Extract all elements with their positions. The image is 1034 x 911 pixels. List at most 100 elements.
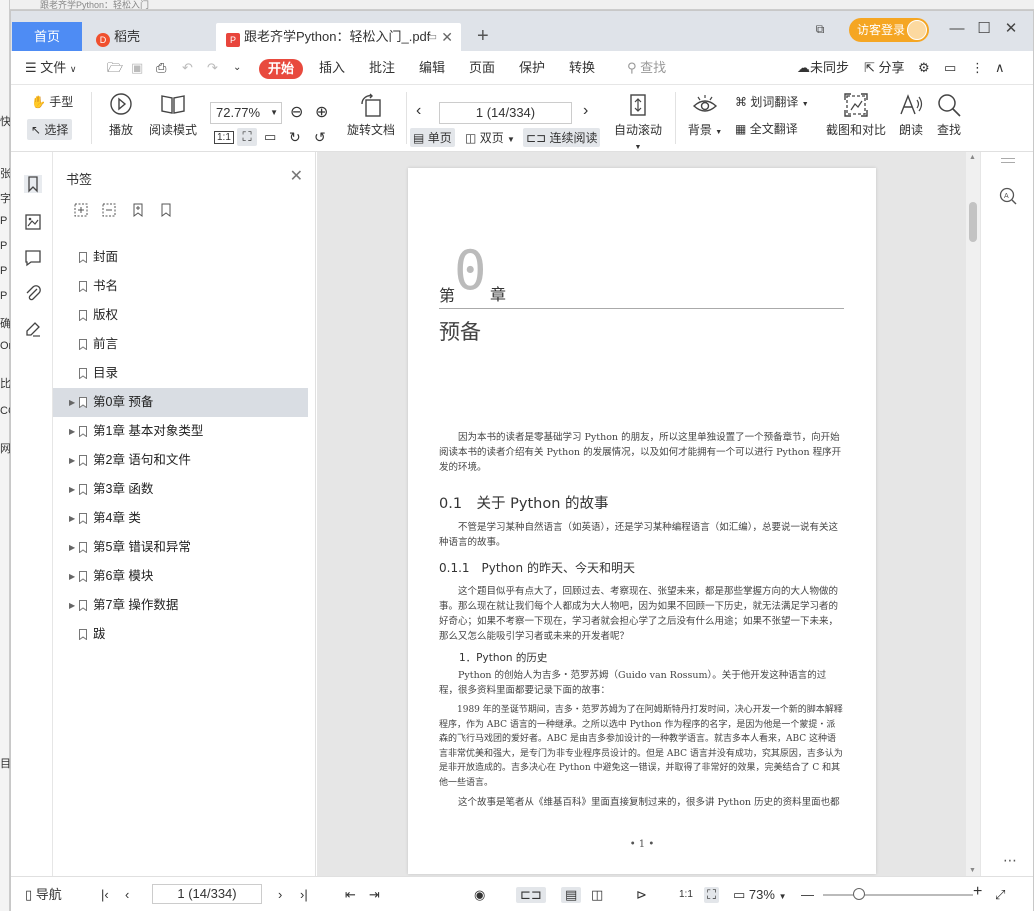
single-page-mode-icon[interactable]: ▤: [561, 887, 582, 903]
expand-arrow-icon[interactable]: ▶: [69, 533, 75, 562]
back-icon[interactable]: ⇤: [345, 887, 356, 903]
sync-status[interactable]: ☁未同步: [797, 60, 849, 76]
page-number-input[interactable]: 1 (14/334): [439, 102, 572, 124]
tab-start[interactable]: 开始: [259, 59, 303, 79]
bookmark-item[interactable]: 目录: [53, 359, 316, 388]
drag-handle-icon[interactable]: [1001, 158, 1015, 163]
rotate-document-button[interactable]: 旋转文档: [343, 92, 399, 138]
bookmark-item[interactable]: ▶ 第3章 函数: [53, 475, 316, 504]
auto-scroll-button[interactable]: 自动滚动 ▼: [609, 92, 667, 152]
bookmark-item[interactable]: ▶ 第1章 基本对象类型: [53, 417, 316, 446]
zoom-out-button[interactable]: —: [801, 887, 814, 903]
tab-comment[interactable]: 批注: [369, 60, 395, 76]
word-translate-button[interactable]: ⌘ 划词翻译 ▼: [735, 93, 809, 110]
signature-icon[interactable]: [23, 319, 43, 339]
bookmark-item[interactable]: ▶ 第2章 语句和文件: [53, 446, 316, 475]
more-horizontal-icon[interactable]: ⋯: [1003, 852, 1017, 869]
bookmark-panel-icon[interactable]: [23, 174, 43, 194]
bookmark-item[interactable]: ▶ 第4章 类: [53, 504, 316, 533]
bookmark-item[interactable]: ▶ 第7章 操作数据: [53, 591, 316, 620]
bookmark-item[interactable]: 前言: [53, 330, 316, 359]
tab-page[interactable]: 页面: [469, 60, 495, 76]
navigation-toggle[interactable]: ▯ 导航: [25, 887, 62, 903]
tab-home[interactable]: 首页: [12, 22, 82, 51]
eye-mode-icon[interactable]: ◉: [474, 887, 485, 903]
rotate-left-icon[interactable]: ↻: [289, 129, 301, 146]
comment-icon[interactable]: ▭: [944, 60, 956, 76]
status-page-input[interactable]: 1 (14/334): [152, 884, 262, 904]
bookmark-item[interactable]: 版权: [53, 301, 316, 330]
rotate-right-icon[interactable]: ↺: [314, 129, 326, 146]
expand-arrow-icon[interactable]: ▶: [69, 504, 75, 533]
expand-arrow-icon[interactable]: ▶: [69, 417, 75, 446]
prev-page-icon[interactable]: ‹: [416, 102, 421, 120]
search-box[interactable]: ⚲ 查找: [627, 60, 666, 76]
tab-convert[interactable]: 转换: [569, 60, 595, 76]
bookmark-item[interactable]: 跋: [53, 620, 316, 649]
close-window-icon[interactable]: ✕: [1000, 19, 1022, 39]
expand-arrow-icon[interactable]: ▶: [69, 591, 75, 620]
scroll-up-icon[interactable]: ▲: [969, 154, 976, 161]
read-aloud-button[interactable]: 朗读: [897, 92, 925, 138]
share-button[interactable]: ⇱ 分享: [864, 60, 905, 76]
expand-arrow-icon[interactable]: ▶: [69, 475, 75, 504]
continuous-read-button[interactable]: ⊏⊐ 连续阅读: [523, 128, 601, 147]
expand-arrow-icon[interactable]: ▶: [69, 446, 75, 475]
screenshot-compare-button[interactable]: 截图和对比: [824, 92, 888, 138]
zoom-in-icon[interactable]: ⊕: [315, 102, 328, 122]
bookmark-item[interactable]: ▶ 第0章 预备: [53, 388, 308, 417]
collapse-ribbon-icon[interactable]: ∧: [995, 60, 1005, 76]
zoom-slider[interactable]: [823, 894, 973, 896]
save-icon[interactable]: ▣: [131, 60, 143, 76]
play-mode-icon[interactable]: ⊳: [636, 887, 647, 903]
bookmark-item[interactable]: 书名: [53, 272, 316, 301]
file-menu[interactable]: ☰ 文件 ∨: [25, 60, 77, 77]
collapse-all-icon[interactable]: [101, 202, 117, 218]
next-page-icon[interactable]: ›: [583, 102, 588, 120]
quick-access-chevron-icon[interactable]: ⌄: [233, 60, 241, 76]
attachment-icon[interactable]: [23, 283, 43, 303]
vertical-scrollbar[interactable]: ▲ ▼: [966, 152, 980, 876]
visitor-login-button[interactable]: 访客登录: [849, 18, 929, 42]
last-page-icon[interactable]: ›|: [300, 887, 308, 903]
bookmark-icon[interactable]: [158, 202, 174, 218]
thumbnail-panel-icon[interactable]: [23, 212, 43, 232]
zoom-select[interactable]: 72.77% ▼: [210, 102, 282, 124]
fit-page-mode-icon[interactable]: ⛶: [704, 887, 720, 903]
next-page-icon[interactable]: ›: [278, 887, 282, 903]
print-icon[interactable]: ⎙: [156, 60, 166, 76]
new-tab-button[interactable]: +: [477, 23, 489, 49]
comment-panel-icon[interactable]: [23, 248, 43, 268]
fit-width-icon[interactable]: ▭: [264, 129, 276, 145]
actual-size-mode-icon[interactable]: 1:1: [679, 887, 693, 903]
full-translate-button[interactable]: ▦ 全文翻译: [735, 120, 798, 137]
expand-arrow-icon[interactable]: ▶: [69, 388, 75, 417]
open-icon[interactable]: 🗁: [107, 60, 123, 76]
find-button[interactable]: 查找: [935, 92, 963, 138]
settings-gear-icon[interactable]: ⚙: [918, 60, 930, 76]
bookmark-item[interactable]: ▶ 第5章 错误和异常: [53, 533, 316, 562]
bookmark-item[interactable]: 封面: [53, 243, 316, 272]
scrollbar-thumb[interactable]: [969, 202, 977, 242]
zoom-slider-knob[interactable]: [853, 888, 865, 900]
background-button[interactable]: 背景 ▼: [685, 92, 725, 138]
zoom-in-button[interactable]: +: [973, 884, 982, 900]
first-page-icon[interactable]: |‹: [101, 887, 109, 903]
bookmark-item[interactable]: ▶ 第6章 模块: [53, 562, 316, 591]
search-text-icon[interactable]: A: [998, 186, 1018, 206]
maximize-icon[interactable]: ☐: [973, 19, 995, 39]
tab-protect[interactable]: 保护: [519, 60, 545, 76]
tab-document[interactable]: P 跟老齐学Python：轻松入门_.pdf ▭ ✕: [216, 23, 461, 51]
play-button[interactable]: 播放: [105, 92, 137, 138]
actual-size-icon[interactable]: 1:1: [214, 131, 234, 144]
read-mode-button[interactable]: 阅读模式: [147, 92, 199, 138]
double-page-button[interactable]: ◫ 双页 ▼: [465, 129, 515, 146]
tab-daoke[interactable]: D 稻壳: [88, 23, 213, 51]
continuous-mode-icon[interactable]: ⊏⊐: [516, 887, 546, 903]
close-tab-icon[interactable]: ✕: [441, 23, 453, 51]
fullscreen-icon[interactable]: ⤢: [995, 887, 1005, 903]
minimize-icon[interactable]: —: [946, 19, 968, 39]
add-bookmark-icon[interactable]: [130, 202, 146, 218]
more-vertical-icon[interactable]: ⋮: [971, 60, 984, 76]
redo-icon[interactable]: ↷: [207, 60, 218, 76]
